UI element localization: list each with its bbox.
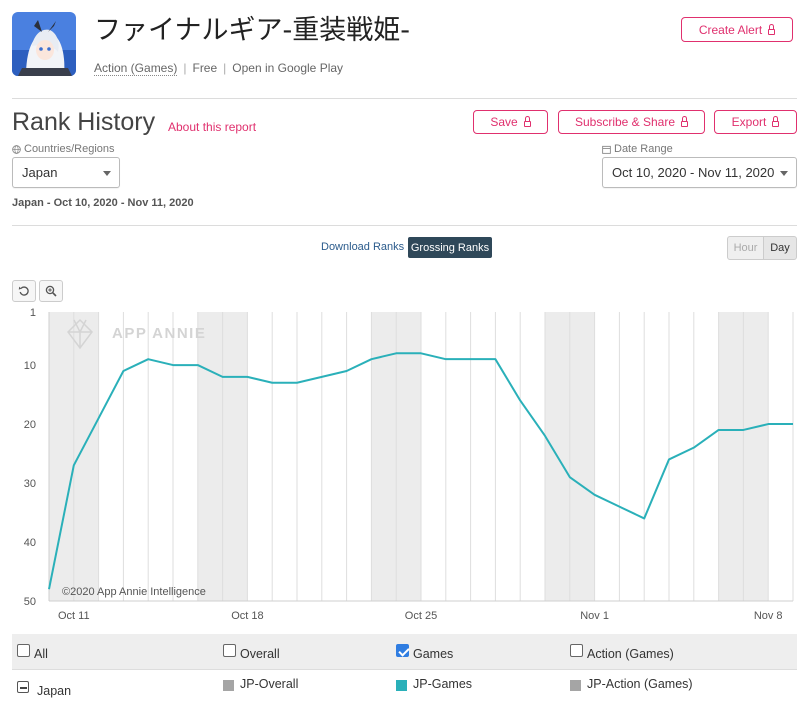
report-summary: Japan - Oct 10, 2020 - Nov 11, 2020 bbox=[12, 197, 194, 209]
action-games-checkbox[interactable] bbox=[570, 644, 583, 657]
jp-action-swatch bbox=[570, 680, 581, 691]
games-label: Games bbox=[413, 647, 454, 661]
action-games-label: Action (Games) bbox=[587, 647, 674, 661]
app-icon bbox=[12, 12, 76, 76]
divider bbox=[12, 669, 797, 670]
export-button[interactable]: Export bbox=[714, 110, 797, 134]
save-label: Save bbox=[490, 115, 518, 129]
create-alert-button[interactable]: Create Alert bbox=[681, 17, 793, 42]
countries-label-text: Countries/Regions bbox=[24, 143, 115, 155]
zoom-button[interactable] bbox=[39, 280, 63, 302]
chevron-down-icon bbox=[103, 170, 111, 176]
x-tick-label: Nov 8 bbox=[754, 610, 783, 622]
divider bbox=[12, 225, 797, 226]
create-alert-label: Create Alert bbox=[698, 22, 763, 37]
page-title: Rank History bbox=[12, 108, 156, 136]
rank-chart-svg: APP ANNIE 1 10 20 30 40 50 Oct 11 Oct 18 Oct 25 No… bbox=[24, 307, 794, 622]
app-meta: Action (Games) | Free | Open in Google Play bbox=[94, 61, 343, 76]
y-tick-label: 40 bbox=[24, 537, 36, 549]
about-report-link[interactable]: About this report bbox=[168, 120, 256, 134]
countries-label: Countries/Regions bbox=[12, 143, 115, 155]
country-value: Japan bbox=[22, 165, 58, 180]
x-tick-label: Oct 11 bbox=[58, 610, 90, 622]
x-tick-label: Nov 1 bbox=[580, 610, 609, 622]
date-range-label-text: Date Range bbox=[614, 143, 673, 155]
lock-icon bbox=[681, 116, 689, 127]
jp-overall-label[interactable]: JP-Overall bbox=[240, 677, 298, 691]
date-range-value: Oct 10, 2020 - Nov 11, 2020 bbox=[612, 165, 775, 180]
chart-credit: ©2020 App Annie Intelligence bbox=[62, 586, 206, 598]
collapse-icon[interactable] bbox=[17, 681, 29, 693]
overall-label: Overall bbox=[240, 647, 280, 661]
app-title: ファイナルギア-重装戦姫- bbox=[94, 15, 410, 46]
y-tick-label: 10 bbox=[24, 360, 36, 372]
price-label: Free bbox=[192, 61, 218, 75]
watermark-text: APP ANNIE bbox=[112, 325, 206, 342]
date-range-label: Date Range bbox=[602, 143, 673, 155]
save-button[interactable]: Save bbox=[473, 110, 548, 134]
tab-download-ranks[interactable]: Download Ranks bbox=[321, 241, 404, 253]
google-play-link[interactable]: Open in Google Play bbox=[232, 61, 343, 75]
meta-separator: | bbox=[223, 61, 227, 75]
lock-icon bbox=[523, 116, 531, 127]
overall-checkbox[interactable] bbox=[223, 644, 236, 657]
category-link[interactable]: Action (Games) bbox=[94, 61, 178, 76]
legend-table: All Overall Games Action (Games) Japan J… bbox=[12, 634, 797, 706]
meta-separator: | bbox=[183, 61, 187, 75]
export-label: Export bbox=[731, 115, 767, 129]
zoom-in-icon bbox=[45, 285, 57, 297]
country-row-label: Japan bbox=[37, 684, 72, 698]
all-label: All bbox=[34, 647, 48, 661]
jp-action-label[interactable]: JP-Action (Games) bbox=[587, 677, 693, 691]
x-tick-label: Oct 18 bbox=[231, 610, 263, 622]
calendar-icon bbox=[602, 145, 611, 154]
jp-games-label[interactable]: JP-Games bbox=[413, 677, 472, 691]
day-toggle[interactable]: Day bbox=[763, 236, 797, 260]
tab-grossing-ranks[interactable]: Grossing Ranks bbox=[408, 237, 492, 258]
jp-games-swatch bbox=[396, 680, 407, 691]
date-range-select[interactable]: Oct 10, 2020 - Nov 11, 2020 bbox=[602, 157, 797, 188]
reset-zoom-button[interactable] bbox=[12, 280, 36, 302]
lock-icon bbox=[772, 116, 780, 127]
hour-toggle[interactable]: Hour bbox=[727, 236, 764, 260]
subscribe-label: Subscribe & Share bbox=[574, 115, 676, 129]
y-tick-label: 50 bbox=[24, 596, 36, 608]
subscribe-share-button[interactable]: Subscribe & Share bbox=[558, 110, 705, 134]
rank-chart[interactable]: APP ANNIE 1 10 20 30 40 50 Oct 11 Oct 18 Oct 25 No… bbox=[0, 304, 809, 624]
lock-icon bbox=[768, 23, 776, 35]
x-tick-label: Oct 25 bbox=[405, 610, 437, 622]
chevron-down-icon bbox=[780, 170, 788, 176]
globe-icon bbox=[12, 144, 21, 154]
y-tick-label: 30 bbox=[24, 478, 36, 490]
undo-icon bbox=[18, 286, 29, 296]
y-tick-label: 1 bbox=[30, 307, 36, 319]
jp-overall-swatch bbox=[223, 680, 234, 691]
country-select[interactable]: Japan bbox=[12, 157, 120, 188]
all-checkbox[interactable] bbox=[17, 644, 30, 657]
games-checkbox[interactable] bbox=[396, 644, 409, 657]
y-tick-label: 20 bbox=[24, 419, 36, 431]
divider bbox=[12, 98, 797, 99]
